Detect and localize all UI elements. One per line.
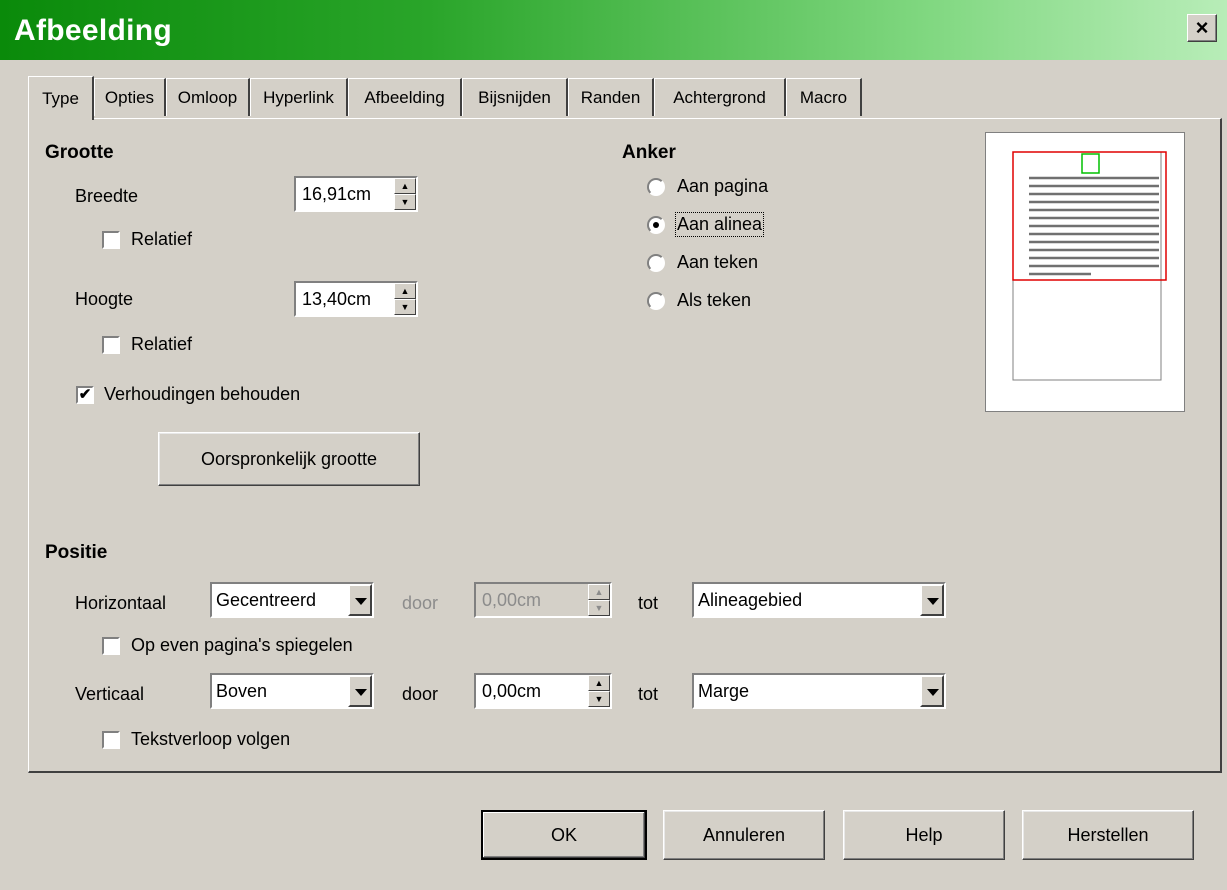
keep-ratio-label: Verhoudingen behouden	[104, 384, 301, 404]
title-bar: Afbeelding ×	[0, 0, 1227, 60]
width-spinner[interactable]: 16,91cm ▲ ▼	[294, 176, 418, 212]
anchor-character-radio[interactable]	[647, 254, 665, 272]
horizontal-by-value: 0,00cm	[482, 590, 542, 610]
follow-text-label: Tekstverloop volgen	[131, 729, 291, 749]
ok-button[interactable]: OK	[481, 810, 647, 860]
horizontal-by-label: door	[402, 593, 439, 613]
horizontal-to-value: Alineagebied	[698, 590, 803, 610]
tab-hyperlink[interactable]: Hyperlink	[250, 78, 348, 116]
anchor-heading: Anker	[622, 142, 676, 163]
dropdown-arrow-icon[interactable]	[348, 584, 372, 616]
anchor-as-character-radio[interactable]	[647, 292, 665, 310]
anchor-page-label: Aan pagina	[677, 176, 769, 196]
horizontal-to-select[interactable]: Alineagebied	[692, 582, 946, 618]
anchor-preview	[985, 132, 1185, 412]
anchor-page-radio[interactable]	[647, 178, 665, 196]
vertical-select[interactable]: Boven	[210, 673, 374, 709]
vertical-value: Boven	[216, 681, 268, 701]
height-value: 13,40cm	[302, 289, 372, 309]
vertical-by-down-arrow-icon[interactable]: ▼	[588, 691, 610, 707]
tab-type[interactable]: Type	[28, 76, 94, 120]
checkmark-icon: ✔	[78, 386, 92, 403]
dropdown-arrow-icon[interactable]	[920, 675, 944, 707]
horizontal-select[interactable]: Gecentreerd	[210, 582, 374, 618]
anchor-paragraph-label: Aan alinea	[674, 212, 765, 237]
anchor-as-character-label: Als teken	[677, 290, 752, 310]
width-down-arrow-icon[interactable]: ▼	[394, 194, 416, 210]
width-label: Breedte	[75, 186, 139, 206]
original-size-button[interactable]: Oorspronkelijk grootte	[158, 432, 420, 486]
height-spinner[interactable]: 13,40cm ▲ ▼	[294, 281, 418, 317]
horizontal-by-down-arrow-icon[interactable]: ▼	[588, 600, 610, 616]
mirror-label: Op even pagina's spiegelen	[131, 635, 353, 655]
vertical-by-value: 0,00cm	[482, 681, 542, 701]
horizontal-by-spinner[interactable]: 0,00cm ▲ ▼	[474, 582, 612, 618]
window-title: Afbeelding	[14, 14, 172, 47]
dropdown-arrow-icon[interactable]	[920, 584, 944, 616]
width-value: 16,91cm	[302, 184, 372, 204]
cancel-button[interactable]: Annuleren	[663, 810, 825, 860]
follow-text-checkbox[interactable]	[102, 731, 120, 749]
tab-bijsnijden[interactable]: Bijsnijden	[462, 78, 568, 116]
height-relative-label: Relatief	[131, 334, 193, 354]
horizontal-label: Horizontaal	[75, 593, 167, 613]
size-heading: Grootte	[45, 142, 114, 163]
position-heading: Positie	[45, 542, 108, 563]
tab-omloop[interactable]: Omloop	[166, 78, 250, 116]
vertical-by-label: door	[402, 684, 439, 704]
tab-opties[interactable]: Opties	[94, 78, 166, 116]
preview-drawing	[1012, 151, 1167, 381]
vertical-to-label: tot	[638, 684, 659, 704]
vertical-by-spinner[interactable]: 0,00cm ▲ ▼	[474, 673, 612, 709]
tab-afbeelding[interactable]: Afbeelding	[348, 78, 462, 116]
help-button[interactable]: Help	[843, 810, 1005, 860]
mirror-checkbox[interactable]	[102, 637, 120, 655]
width-up-arrow-icon[interactable]: ▲	[394, 178, 416, 194]
anchor-paragraph-radio[interactable]	[647, 216, 665, 234]
vertical-label: Verticaal	[75, 684, 145, 704]
close-icon: ×	[1195, 15, 1209, 40]
height-relative-checkbox[interactable]	[102, 336, 120, 354]
dropdown-arrow-icon[interactable]	[348, 675, 372, 707]
anchor-character-label: Aan teken	[677, 252, 759, 272]
height-up-arrow-icon[interactable]: ▲	[394, 283, 416, 299]
width-relative-checkbox[interactable]	[102, 231, 120, 249]
radio-dot-icon	[653, 222, 659, 228]
keep-ratio-checkbox[interactable]: ✔	[76, 386, 94, 404]
vertical-to-select[interactable]: Marge	[692, 673, 946, 709]
vertical-by-up-arrow-icon[interactable]: ▲	[588, 675, 610, 691]
tab-randen[interactable]: Randen	[568, 78, 654, 116]
close-button[interactable]: ×	[1187, 14, 1217, 42]
height-label: Hoogte	[75, 289, 134, 309]
tab-macro[interactable]: Macro	[786, 78, 862, 116]
tab-achtergrond[interactable]: Achtergrond	[654, 78, 786, 116]
reset-button[interactable]: Herstellen	[1022, 810, 1194, 860]
horizontal-by-up-arrow-icon[interactable]: ▲	[588, 584, 610, 600]
height-down-arrow-icon[interactable]: ▼	[394, 299, 416, 315]
horizontal-to-label: tot	[638, 593, 659, 613]
width-relative-label: Relatief	[131, 229, 193, 249]
vertical-to-value: Marge	[698, 681, 750, 701]
horizontal-value: Gecentreerd	[216, 590, 317, 610]
